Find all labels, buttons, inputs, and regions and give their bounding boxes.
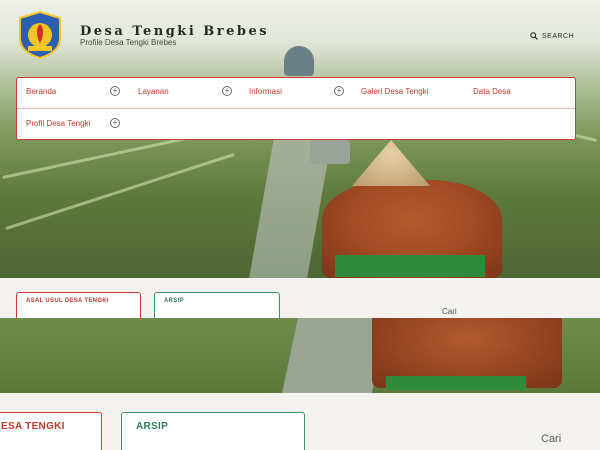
search-widget-label: Cari	[541, 433, 562, 445]
nav-item-label: Layanan	[138, 87, 169, 96]
search-icon	[530, 32, 538, 40]
expand-submenu-icon[interactable]: +	[110, 118, 120, 128]
hero-image-band	[0, 318, 600, 393]
expand-submenu-icon[interactable]: +	[110, 86, 120, 96]
widget-title: ASAL USUL DESA TENGKI	[26, 298, 109, 304]
site-title[interactable]: Desa Tengki Brebes	[80, 24, 269, 39]
widget-arsip[interactable]: ARSIP	[154, 292, 280, 318]
widget-title: ARSIP	[136, 421, 169, 432]
nav-item-galeri[interactable]: Galeri Desa Tengki	[361, 87, 428, 96]
search-button[interactable]: SEARCH	[530, 32, 574, 40]
search-widget-label: Cari	[442, 307, 457, 316]
village-logo[interactable]	[16, 10, 64, 60]
nav-item-label: Beranda	[26, 87, 57, 96]
nav-item-informasi[interactable]: Informasi	[249, 87, 282, 96]
site-tagline: Profile Desa Tengki Brebes	[80, 38, 177, 47]
nav-item-label: Informasi	[249, 87, 282, 96]
nav-item-beranda[interactable]: Beranda	[26, 87, 56, 96]
nav-divider	[17, 108, 575, 109]
main-navigation: Beranda + Layanan + Informasi + Galeri D…	[16, 77, 576, 140]
expand-submenu-icon[interactable]: +	[334, 86, 344, 96]
widget-asal-usul[interactable]: ASAL USUL DESA TENGKI	[16, 292, 141, 318]
nav-item-label: Data Desa	[473, 87, 511, 96]
nav-item-label: Profil Desa Tengki	[26, 119, 91, 128]
nav-item-label: Galeri Desa Tengki	[361, 87, 429, 96]
search-label: SEARCH	[542, 32, 575, 40]
nav-item-data-desa[interactable]: Data Desa	[473, 87, 511, 96]
widget-arsip-zoomed[interactable]: ARSIP	[121, 412, 305, 450]
widget-title: ARSIP	[164, 298, 184, 304]
widget-asal-usul-zoomed[interactable]: ESA TENGKI	[0, 412, 102, 450]
expand-submenu-icon[interactable]: +	[222, 86, 232, 96]
widget-title: ESA TENGKI	[1, 421, 65, 432]
nav-item-profil[interactable]: Profil Desa Tengki	[26, 119, 90, 128]
nav-item-layanan[interactable]: Layanan	[138, 87, 169, 96]
